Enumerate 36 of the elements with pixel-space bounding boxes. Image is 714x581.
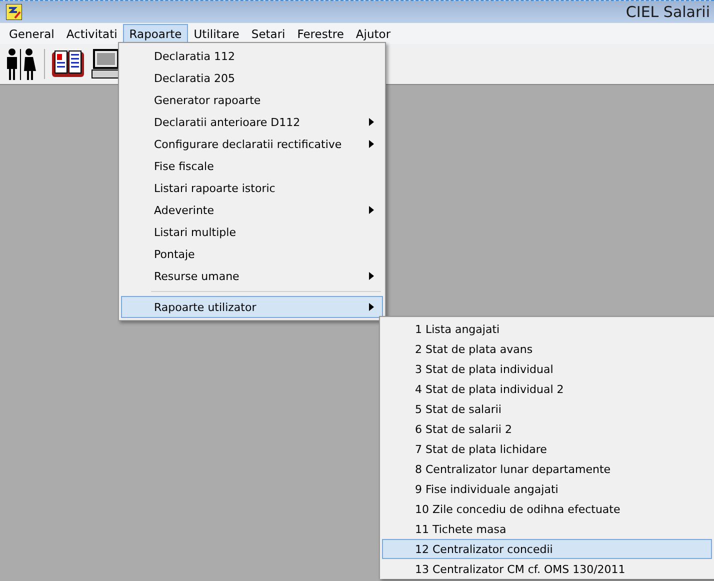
menu-entry[interactable]: Declaratia 112 xyxy=(121,45,383,67)
submenu-entry[interactable]: 4 Stat de plata individual 2 xyxy=(382,379,712,399)
submenu-entry[interactable]: 3 Stat de plata individual xyxy=(382,359,712,379)
people-icon[interactable] xyxy=(4,47,38,81)
menu-entry[interactable]: Generator rapoarte xyxy=(121,89,383,111)
submenu-entry[interactable]: 9 Fise individuale angajati xyxy=(382,479,712,499)
menu-item[interactable]: Rapoarte xyxy=(123,24,188,44)
submenu-entry[interactable]: 1 Lista angajati xyxy=(382,319,712,339)
book-icon[interactable] xyxy=(51,49,85,79)
submenu-entry[interactable]: 12 Centralizator concedii xyxy=(382,539,712,559)
menu-entry[interactable]: Declaratii anterioare D112 xyxy=(121,111,383,133)
submenu-entry[interactable]: 13 Centralizator CM cf. OMS 130/2011 xyxy=(382,559,712,579)
submenu-entry[interactable]: 2 Stat de plata avans xyxy=(382,339,712,359)
submenu-entry[interactable]: 10 Zile concediu de odihna efectuate xyxy=(382,499,712,519)
menu-entry[interactable]: Listari rapoarte istoric xyxy=(121,177,383,199)
menu-entry[interactable]: Adeverinte xyxy=(121,199,383,221)
menu-item[interactable]: Ajutor xyxy=(350,24,397,44)
menu-entry[interactable]: Configurare declaratii rectificative xyxy=(121,133,383,155)
menu-item[interactable]: Utilitare xyxy=(188,24,246,44)
menu-item[interactable]: General xyxy=(3,24,60,44)
menu-item[interactable]: Ferestre xyxy=(291,24,350,44)
menu-entry[interactable]: Resurse umane xyxy=(121,265,383,287)
menu-entry[interactable]: Fise fiscale xyxy=(121,155,383,177)
submenu-entry[interactable]: 5 Stat de salarii xyxy=(382,399,712,419)
submenu-entry[interactable]: 8 Centralizator lunar departamente xyxy=(382,459,712,479)
menu-item[interactable]: Setari xyxy=(245,24,292,44)
submenu-entry[interactable]: 6 Stat de salarii 2 xyxy=(382,419,712,439)
menu-entry[interactable]: Pontaje xyxy=(121,243,383,265)
menu-entry[interactable]: Listari multiple xyxy=(121,221,383,243)
menu-item[interactable]: Activitati xyxy=(60,24,124,44)
menu-entry[interactable]: Declaratia 205 xyxy=(121,67,383,89)
window-title: CIEL Salarii xyxy=(626,3,710,21)
submenu-entry[interactable]: 7 Stat de plata lichidare xyxy=(382,439,712,459)
app-icon xyxy=(6,4,22,20)
menu-entry[interactable]: Rapoarte utilizator xyxy=(121,296,383,318)
submenu-entry[interactable]: 11 Tichete masa xyxy=(382,519,712,539)
